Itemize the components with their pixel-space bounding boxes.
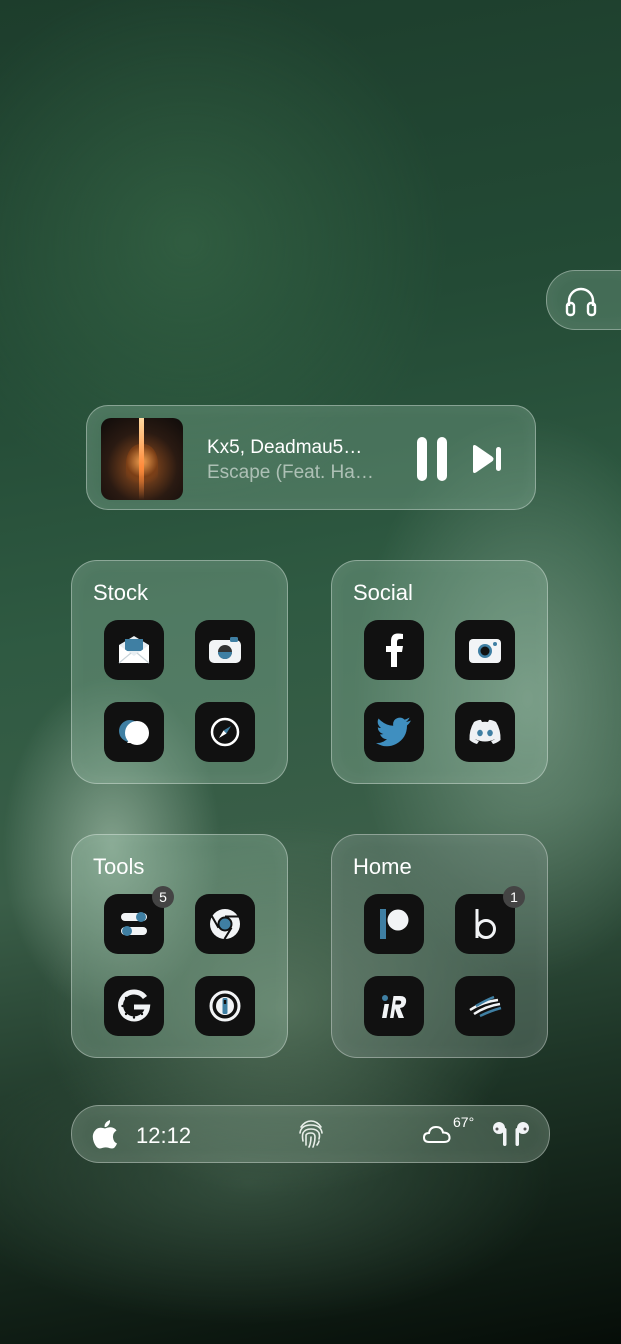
notification-badge: 1 [503,886,525,908]
album-art-beam [139,418,144,500]
instagram-app[interactable] [455,620,515,680]
folder-title: Stock [93,580,149,605]
facebook-icon [386,633,403,667]
b-app[interactable]: 1 [455,886,525,954]
track-title: Escape (Feat. Ha… [207,462,374,483]
twitter-app[interactable] [364,702,424,762]
onepassword-icon [209,990,241,1022]
mail-app[interactable] [104,620,164,680]
twitter-icon [376,717,411,747]
mail-icon [118,636,150,664]
headphones-widget[interactable] [546,270,621,330]
cloud-icon [422,1125,451,1143]
patreon-app[interactable] [364,894,424,954]
discord-app[interactable] [455,702,515,762]
track-artist: Kx5, Deadmau5… [207,437,363,458]
ir-app[interactable] [364,976,424,1036]
discord-icon [469,719,501,744]
pause-button[interactable] [415,437,449,481]
toggles-app[interactable]: 5 [104,886,174,954]
folder-title: Social [353,580,413,605]
patreon-icon [380,909,409,939]
next-track-button[interactable] [471,444,505,474]
headphones-icon [565,287,597,317]
folder-tools[interactable]: Tools 5 [71,834,288,1058]
google-icon [118,989,151,1022]
bank-of-america-app[interactable] [455,976,515,1036]
chrome-icon [210,909,240,940]
folder-title: Tools [93,854,145,879]
folder-social[interactable]: Social [331,560,548,784]
messages-icon [119,720,149,745]
messages-app[interactable] [104,702,164,762]
google-app[interactable] [104,976,164,1036]
temperature: 67° [453,1114,475,1130]
now-playing-widget[interactable]: Kx5, Deadmau5… Escape (Feat. Ha… [86,405,536,510]
fingerprint-icon[interactable] [297,1119,325,1149]
folder-stock[interactable]: Stock [71,560,288,784]
apple-icon[interactable] [92,1119,118,1149]
ir-app-icon [382,995,407,1018]
facebook-app[interactable] [364,620,424,680]
safari-app[interactable] [195,702,255,762]
folder-home[interactable]: Home 1 [331,834,548,1058]
clock-time: 12:12 [136,1123,192,1148]
camera-app[interactable] [195,620,255,680]
b-app-icon [475,909,496,939]
onepassword-app[interactable] [195,976,255,1036]
instagram-icon [469,639,501,663]
folder-title: Home [353,854,412,879]
status-dock: 12:12 67° [71,1105,550,1163]
safari-compass-icon [210,717,240,747]
camera-icon [209,637,241,663]
toggles-icon [121,912,147,936]
bank-of-america-icon [469,995,502,1018]
airpods-icon[interactable] [491,1120,531,1148]
album-art[interactable] [101,418,183,500]
chrome-app[interactable] [195,894,255,954]
notification-badge: 5 [152,886,174,908]
